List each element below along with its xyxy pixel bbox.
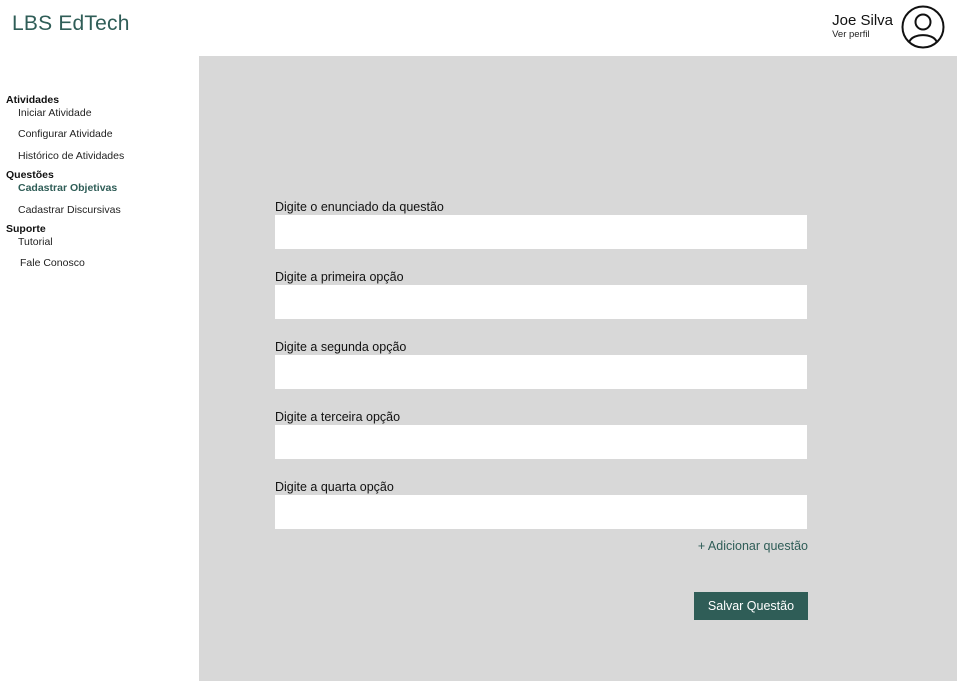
sidebar-group-title: Questões <box>6 169 54 182</box>
add-question-link[interactable]: + Adicionar questão <box>698 539 808 553</box>
option-2-label: Digite a segunda opção <box>275 340 407 354</box>
option-1-input[interactable] <box>275 285 807 319</box>
option-4-label: Digite a quarta opção <box>275 480 394 494</box>
brand-logo[interactable]: LBS EdTech <box>12 12 130 36</box>
option-4-input[interactable] <box>275 495 807 529</box>
option-2-input[interactable] <box>275 355 807 389</box>
question-statement-field: Digite o enunciado da questão <box>275 200 807 249</box>
view-profile-link[interactable]: Ver perfil <box>832 30 893 40</box>
user-menu[interactable]: Joe Silva Ver perfil <box>832 5 945 49</box>
sidebar-item-fale-conosco[interactable]: Fale Conosco <box>20 257 196 270</box>
sidebar: Atividades Iniciar Atividade Configurar … <box>6 94 196 279</box>
option-4-field: Digite a quarta opção <box>275 480 807 529</box>
option-3-input[interactable] <box>275 425 807 459</box>
sidebar-group-atividades: Atividades Iniciar Atividade Configurar … <box>6 94 196 162</box>
question-statement-input[interactable] <box>275 215 807 249</box>
user-info: Joe Silva Ver perfil <box>832 13 893 40</box>
user-name: Joe Silva <box>832 12 893 29</box>
main-panel: Digite o enunciado da questão Digite a p… <box>199 56 957 681</box>
option-1-label: Digite a primeira opção <box>275 270 404 284</box>
sidebar-group-title: Suporte <box>6 223 46 236</box>
sidebar-item-cadastrar-discursivas[interactable]: Cadastrar Discursivas <box>18 204 196 217</box>
sidebar-item-historico-atividades[interactable]: Histórico de Atividades <box>18 150 196 163</box>
sidebar-item-configurar-atividade[interactable]: Configurar Atividade <box>18 128 196 141</box>
question-statement-label: Digite o enunciado da questão <box>275 200 444 214</box>
sidebar-group-suporte: Suporte Tutorial Fale Conosco <box>6 223 196 270</box>
sidebar-item-tutorial[interactable]: Tutorial <box>18 236 196 249</box>
sidebar-item-iniciar-atividade[interactable]: Iniciar Atividade <box>18 107 196 120</box>
option-3-field: Digite a terceira opção <box>275 410 807 459</box>
user-circle-icon[interactable] <box>901 5 945 49</box>
option-2-field: Digite a segunda opção <box>275 340 807 389</box>
sidebar-group-questoes: Questões Cadastrar Objetivas Cadastrar D… <box>6 169 196 216</box>
option-1-field: Digite a primeira opção <box>275 270 807 319</box>
save-question-button[interactable]: Salvar Questão <box>694 592 808 620</box>
sidebar-item-cadastrar-objetivas[interactable]: Cadastrar Objetivas <box>18 182 196 195</box>
option-3-label: Digite a terceira opção <box>275 410 401 424</box>
sidebar-group-title: Atividades <box>6 94 60 106</box>
